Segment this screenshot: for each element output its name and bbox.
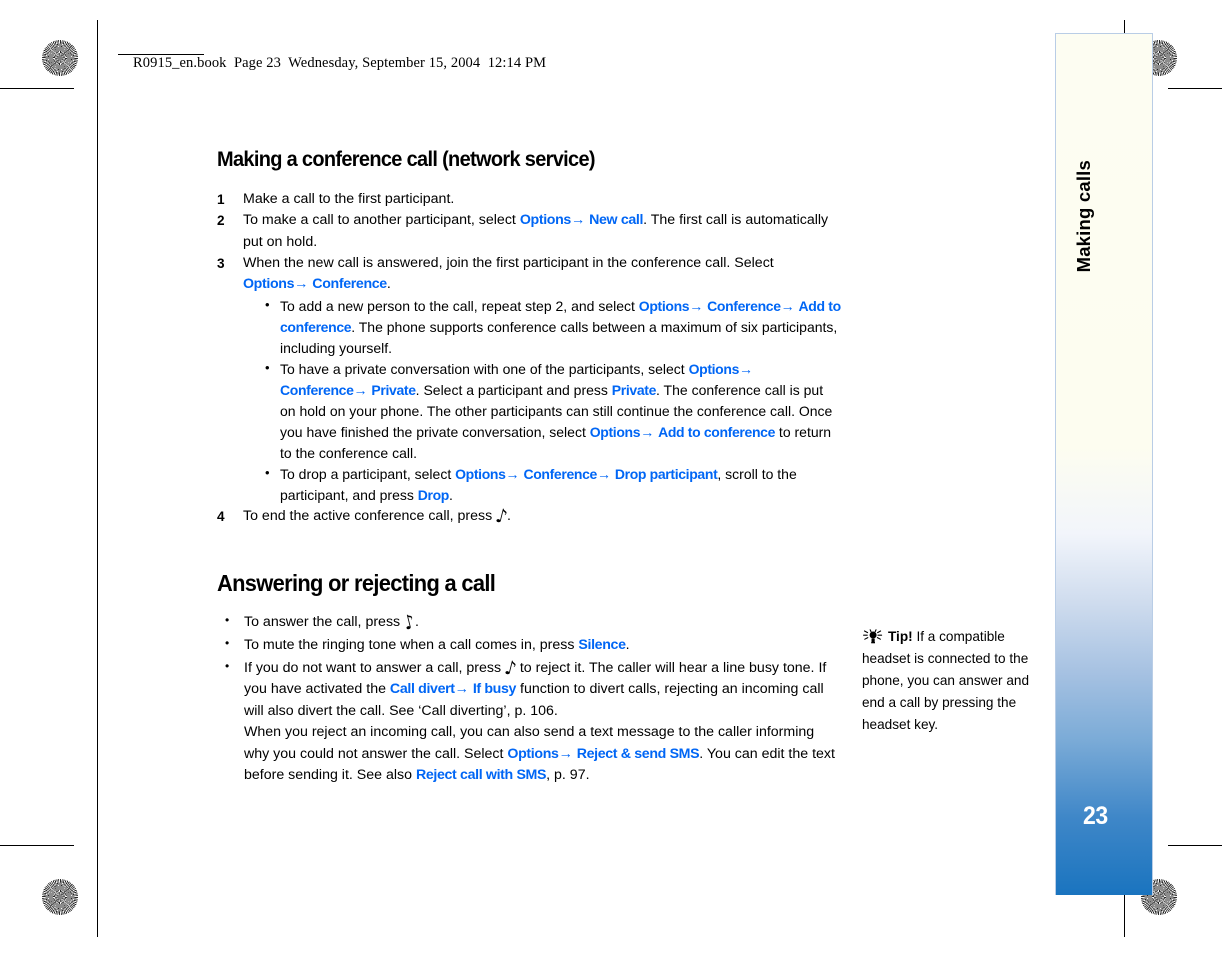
menu-link-reject-send-sms[interactable]: Reject & send SMS [577,746,700,762]
cross-ref-reject-call-with-sms[interactable]: Reject call with SMS [416,767,547,783]
arrow-icon: → [780,297,795,314]
step-number: 4 [217,508,225,524]
tip-text: If a compatible headset is connected to … [862,629,1030,733]
sub-text-part: . Select a participant and press [415,381,612,398]
sub-text-part: To drop a participant, select [280,465,456,482]
menu-link-options[interactable]: Options [689,361,740,377]
arrow-icon: → [505,465,520,482]
step-number: 1 [217,192,225,208]
step-item-2: 2 To make a call to another participant,… [217,210,842,253]
step-text-part: . [386,276,391,293]
step-text-part: To end the active conference call, press [243,507,497,524]
step-text: To make a call to another participant, s… [243,210,842,253]
sub-text-part: To add a new person to the call, repeat … [280,297,639,314]
margin-tip-note: Tip! If a compatible headset is connecte… [862,626,1040,736]
crop-rule-top-right-horizontal [1168,88,1222,90]
lightbulb-icon [862,629,885,644]
answer-call-key-icon: ♪ [401,610,418,636]
main-content: Making a conference call (network servic… [217,148,842,788]
menu-link-conference[interactable]: Conference [312,276,387,292]
chapter-tab-label: Making calls [1073,160,1094,273]
menu-link-conference[interactable]: Conference [707,298,781,314]
step-item-4: 4 To end the active conference call, pre… [217,504,842,530]
crop-rule-top-horizontal [0,88,74,90]
sub-text-part: . The phone supports conference calls be… [280,318,838,356]
step-number: 2 [217,213,225,229]
arrow-icon: → [689,297,704,314]
chapter-thumb-tab [1055,33,1153,895]
end-call-key-icon: ♪ [502,656,519,681]
sub-bullet-add-person: To add a new person to the call, repeat … [265,295,842,359]
step-item-1: 1 Make a call to the first participant. [217,189,842,210]
crop-rule-left-vertical [97,20,99,937]
softkey-link-private[interactable]: Private [612,382,657,398]
conference-call-steps: 1 Make a call to the first participant. … [217,189,842,530]
answering-bullets: To answer the call, press ♪. To mute the… [217,610,842,787]
crop-rule-bottom-horizontal [0,845,74,847]
menu-link-conference[interactable]: Conference [523,466,597,482]
step-text-part: Make a call to the first participant. [243,191,455,208]
menu-link-new-call[interactable]: New call [589,212,643,228]
menu-link-call-divert[interactable]: Call divert [390,681,455,697]
registration-target-bottom-center [592,879,630,917]
conference-sub-bullets: To add a new person to the call, repeat … [243,295,842,506]
step-number: 3 [217,256,225,272]
bullet-text-part: To mute the ringing tone when a call com… [244,636,579,653]
bullet-answer-call: To answer the call, press ♪. [217,610,842,636]
arrow-icon: → [558,745,573,762]
menu-link-options[interactable]: Options [520,212,572,228]
menu-link-options[interactable]: Options [507,746,559,762]
step-text: To end the active conference call, press… [243,504,842,530]
sub-bullet-private-conversation: To have a private conversation with one … [265,358,842,464]
registration-target-bottom-left [99,879,137,917]
step-text-part: When the new call is answered, join the … [243,255,774,272]
sub-text-part: To have a private conversation with one … [280,360,689,377]
menu-link-options[interactable]: Options [243,276,295,292]
menu-link-drop-participant[interactable]: Drop participant [615,466,718,482]
arrow-icon: → [294,276,309,293]
registration-target-left-mid [36,456,74,494]
step-text: Make a call to the first participant. [243,189,842,210]
step-text: When the new call is answered, join the … [243,253,842,506]
bullet-reject-call: If you do not want to answer a call, pre… [217,656,842,787]
arrow-icon: → [570,212,586,229]
step-item-3: 3 When the new call is answered, join th… [217,253,842,506]
menu-link-options[interactable]: Options [590,424,641,440]
menu-link-conference[interactable]: Conference [280,382,354,398]
menu-link-private[interactable]: Private [371,382,416,398]
star-target-bottom-left [42,879,78,915]
crop-rule-bottom-right-horizontal [1168,845,1222,847]
arrow-icon: → [596,465,611,482]
bullet-text-part: . [625,636,630,653]
menu-link-add-to-conference[interactable]: Add to conference [658,424,775,440]
sub-text-part: . [449,486,453,503]
menu-link-options[interactable]: Options [455,466,506,482]
menu-link-if-busy[interactable]: If busy [473,681,517,697]
running-header: R0915_en.book Page 23 Wednesday, Septemb… [133,55,547,71]
registration-target-left-lower [36,818,74,856]
arrow-icon: → [739,360,754,377]
bullet-text-part: To answer the call, press [244,614,405,631]
arrow-icon: → [640,423,655,440]
section-heading-making-conference-call: Making a conference call (network servic… [217,148,596,171]
bullet-text-part: , p. 97. [546,767,590,784]
menu-link-options[interactable]: Options [639,298,690,314]
softkey-link-drop[interactable]: Drop [418,487,450,503]
star-target-top-left [42,40,78,76]
registration-target-top-left [99,36,137,74]
end-call-key-icon: ♪ [493,504,510,530]
tip-label: Tip! [888,629,913,644]
section-heading-answering-rejecting: Answering or rejecting a call [217,570,496,597]
step-text-part: To make a call to another participant, s… [243,212,520,229]
softkey-link-silence[interactable]: Silence [578,637,626,653]
registration-target-left-upper [36,99,74,137]
bullet-mute-ringing: To mute the ringing tone when a call com… [217,634,842,657]
arrow-icon: → [353,381,368,398]
page-number: 23 [1083,802,1108,830]
sub-bullet-drop-participant: To drop a participant, select Options→ C… [265,463,842,506]
arrow-icon: → [454,681,469,698]
bullet-text-part: If you do not want to answer a call, pre… [244,659,506,676]
